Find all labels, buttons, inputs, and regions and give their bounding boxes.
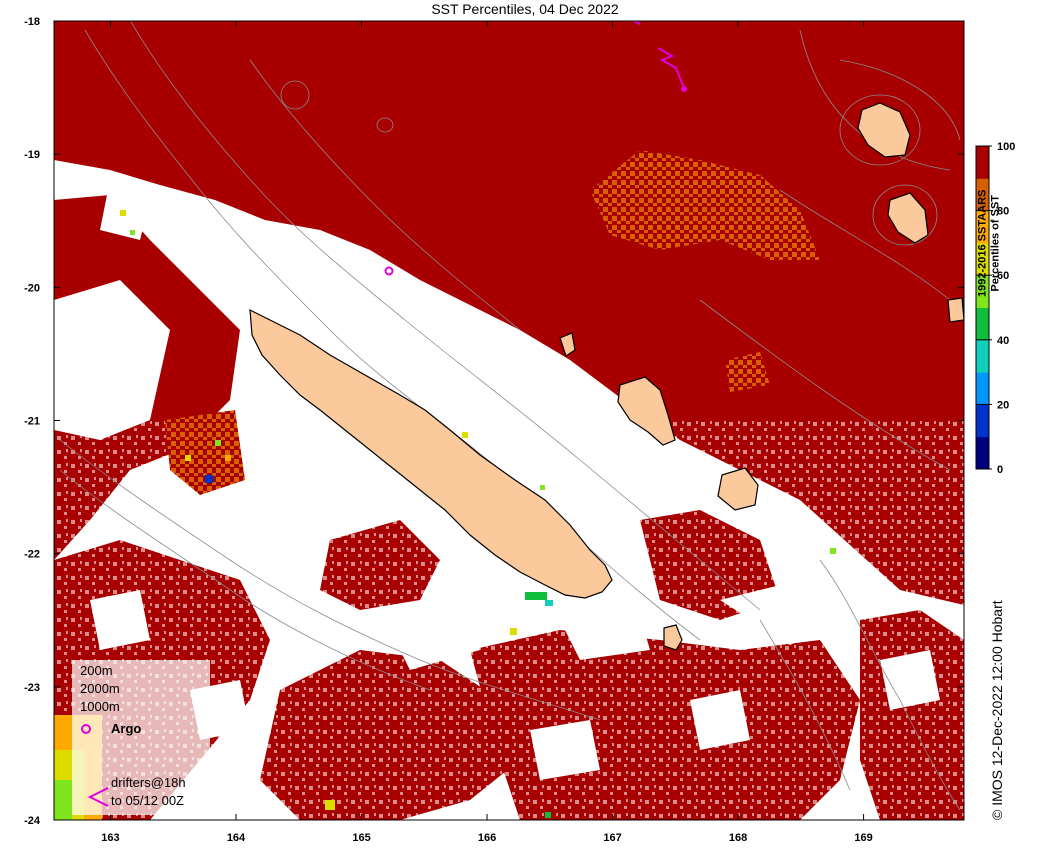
tanna-island: [947, 297, 964, 323]
lon-tick-label: 163: [101, 832, 119, 844]
colorbar-tick-label: 40: [997, 335, 1009, 347]
colorbar-band: [976, 404, 989, 438]
lon-tick-label: 169: [854, 832, 872, 844]
copyright-credit: © IMOS 12-Dec-2022 12:00 Hobart: [989, 600, 1005, 820]
lon-tick-label: 167: [603, 832, 621, 844]
lat-tick-label: -19: [24, 149, 40, 161]
colorbar-band: [976, 307, 989, 341]
drifter-position: [681, 86, 687, 92]
colorbar-label: 1992-2016 SSTAARS Percentiles of SST: [976, 190, 1002, 297]
colorbar-band: [976, 372, 989, 405]
legend-argo: Argo: [111, 721, 142, 736]
lon-tick-label: 164: [227, 832, 246, 844]
legend-drifters-line1: drifters@18h: [111, 775, 186, 790]
colorbar-tick-label: 20: [997, 399, 1009, 411]
colorbar-band: [976, 339, 989, 373]
colorbar-tick-label: 100: [997, 141, 1015, 153]
legend-drifters-line2: to 05/12 00Z: [111, 793, 184, 808]
lat-tick-label: -21: [24, 416, 40, 428]
legend-contour-2000m: 2000m: [80, 681, 120, 696]
colorbar-label-line1: 1992-2016 SSTAARS: [976, 189, 989, 297]
lat-tick-label: -20: [24, 282, 40, 294]
legend-drifter-icon: [87, 787, 109, 807]
sst-map-figure: SST Percentiles, 04 Dec 2022 -18 -19 -20…: [0, 0, 1050, 855]
colorbar-tick-label: 0: [997, 464, 1003, 476]
legend-argo-icon: [81, 724, 91, 734]
lat-tick-label: -22: [24, 549, 40, 561]
lon-tick-label: 166: [478, 832, 496, 844]
lon-tick-label: 168: [729, 832, 747, 844]
lat-tick-label: -18: [24, 16, 40, 28]
colorbar-band: [976, 436, 989, 470]
colorbar-band: [976, 146, 989, 179]
colorbar-label-line2: Percentiles of SST: [989, 195, 1002, 292]
legend-contour-1000m: 1000m: [80, 699, 120, 714]
legend-contour-200m: 200m: [80, 663, 113, 678]
lat-tick-label: -23: [24, 682, 40, 694]
lon-tick-label: 165: [352, 832, 370, 844]
lat-tick-label: -24: [24, 815, 41, 827]
